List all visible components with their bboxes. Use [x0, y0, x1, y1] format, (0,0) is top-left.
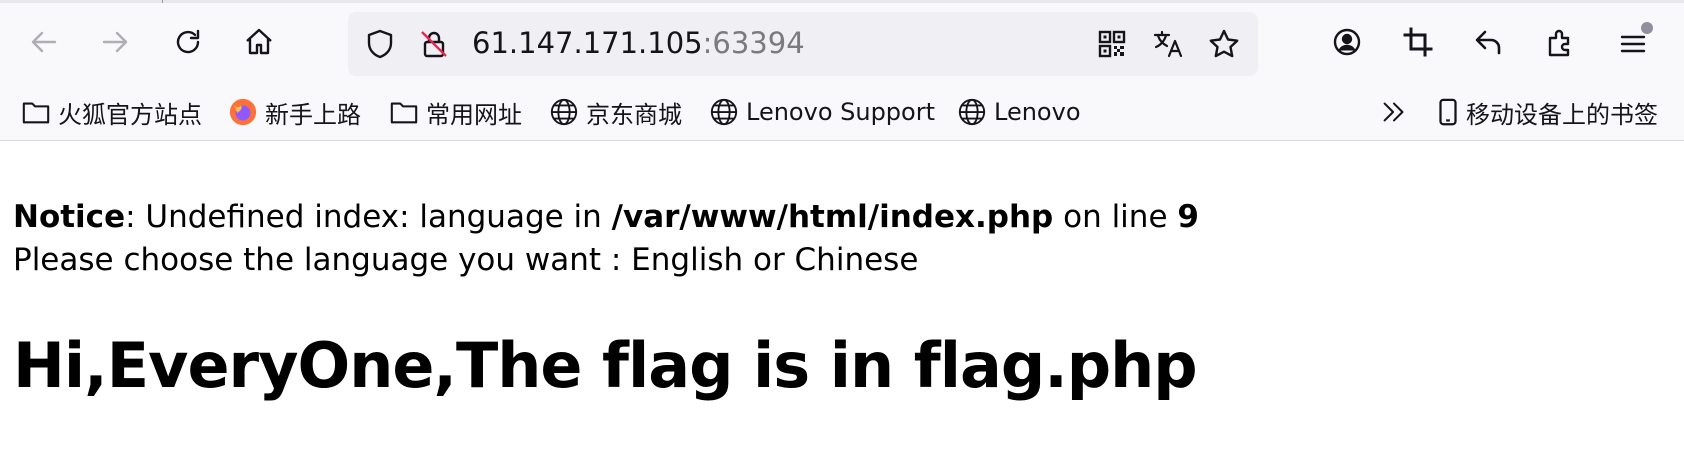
update-dot: [1641, 22, 1653, 34]
bookmark-label: 常用网址: [426, 100, 522, 129]
bookmarks-toolbar: 火狐官方站点 新手上路 常用网址 京东商城 Lenovo Support Len…: [0, 88, 1684, 136]
extensions-icon: [1544, 26, 1576, 62]
reload-button[interactable]: [163, 19, 213, 69]
insecure-lock-icon[interactable]: [416, 26, 452, 62]
bookmark-label: 火狐官方站点: [58, 100, 202, 129]
back-button[interactable]: [19, 19, 69, 69]
url-port: :63394: [702, 26, 805, 60]
bookmark-item[interactable]: 新手上路: [227, 94, 361, 130]
tab-divider: [162, 0, 163, 3]
bookmarks-overflow-button[interactable]: [1378, 94, 1416, 130]
shield-icon[interactable]: [362, 26, 398, 62]
bookmark-label: Lenovo Support: [746, 98, 935, 126]
globe-icon: [548, 96, 580, 128]
bookmark-item[interactable]: 常用网址: [388, 94, 522, 130]
forward-button[interactable]: [90, 19, 140, 69]
folder-icon: [20, 96, 52, 128]
bookmark-label: 新手上路: [265, 100, 361, 129]
translate-icon[interactable]: [1150, 26, 1186, 62]
globe-icon: [708, 96, 740, 128]
mobile-icon: [1432, 96, 1464, 128]
notice-text: : Undefined index: language in: [125, 199, 612, 235]
page-heading: Hi,EveryOne,The flag is in flag.php: [13, 329, 1198, 402]
star-icon[interactable]: [1206, 26, 1242, 62]
extensions-button[interactable]: [1535, 19, 1585, 69]
arrow-right-icon: [99, 26, 131, 62]
reload-icon: [172, 26, 204, 62]
notice-label: Notice: [13, 199, 126, 235]
screenshot-button[interactable]: [1393, 19, 1443, 69]
arrow-left-icon: [28, 26, 60, 62]
globe-icon: [956, 96, 988, 128]
url-text[interactable]: 61.147.171.105:63394: [472, 23, 805, 63]
url-host: 61.147.171.105: [472, 26, 703, 60]
mobile-bookmarks[interactable]: 移动设备上的书签: [1432, 94, 1658, 130]
menu-icon: [1617, 22, 1653, 60]
url-bar[interactable]: 61.147.171.105:63394: [348, 12, 1258, 76]
bookmark-label: 京东商城: [586, 100, 682, 129]
bookmark-label: Lenovo: [994, 98, 1081, 126]
language-prompt: Please choose the language you want : En…: [13, 242, 919, 278]
chevrons-right-icon: [1378, 96, 1410, 128]
notice-on-line: on line: [1053, 199, 1178, 235]
account-icon: [1331, 26, 1363, 62]
bookmark-item[interactable]: 京东商城: [548, 94, 682, 130]
firefox-icon: [227, 96, 259, 128]
browser-chrome: 61.147.171.105:63394 火狐官方站点 新手上路 常用网址 京东…: [0, 0, 1684, 141]
tab-strip-edge: [0, 0, 1684, 3]
folder-icon: [388, 96, 420, 128]
account-button[interactable]: [1322, 19, 1372, 69]
undo-icon: [1473, 26, 1505, 62]
notice-path: /var/www/html/index.php: [611, 199, 1054, 235]
bookmark-item[interactable]: Lenovo Support: [708, 94, 935, 130]
app-menu-button[interactable]: [1608, 19, 1658, 69]
bookmark-item[interactable]: 火狐官方站点: [20, 94, 202, 130]
php-notice: Notice: Undefined index: language in /va…: [13, 196, 1673, 239]
qr-code-icon[interactable]: [1094, 26, 1130, 62]
mobile-bookmarks-label: 移动设备上的书签: [1466, 100, 1658, 129]
notice-line-number: 9: [1177, 199, 1199, 235]
home-icon: [243, 26, 275, 62]
bookmark-item[interactable]: Lenovo: [956, 94, 1081, 130]
page-content: Notice: Undefined index: language in /va…: [13, 196, 1673, 282]
undo-button[interactable]: [1464, 19, 1514, 69]
home-button[interactable]: [234, 19, 284, 69]
crop-icon: [1402, 26, 1434, 62]
